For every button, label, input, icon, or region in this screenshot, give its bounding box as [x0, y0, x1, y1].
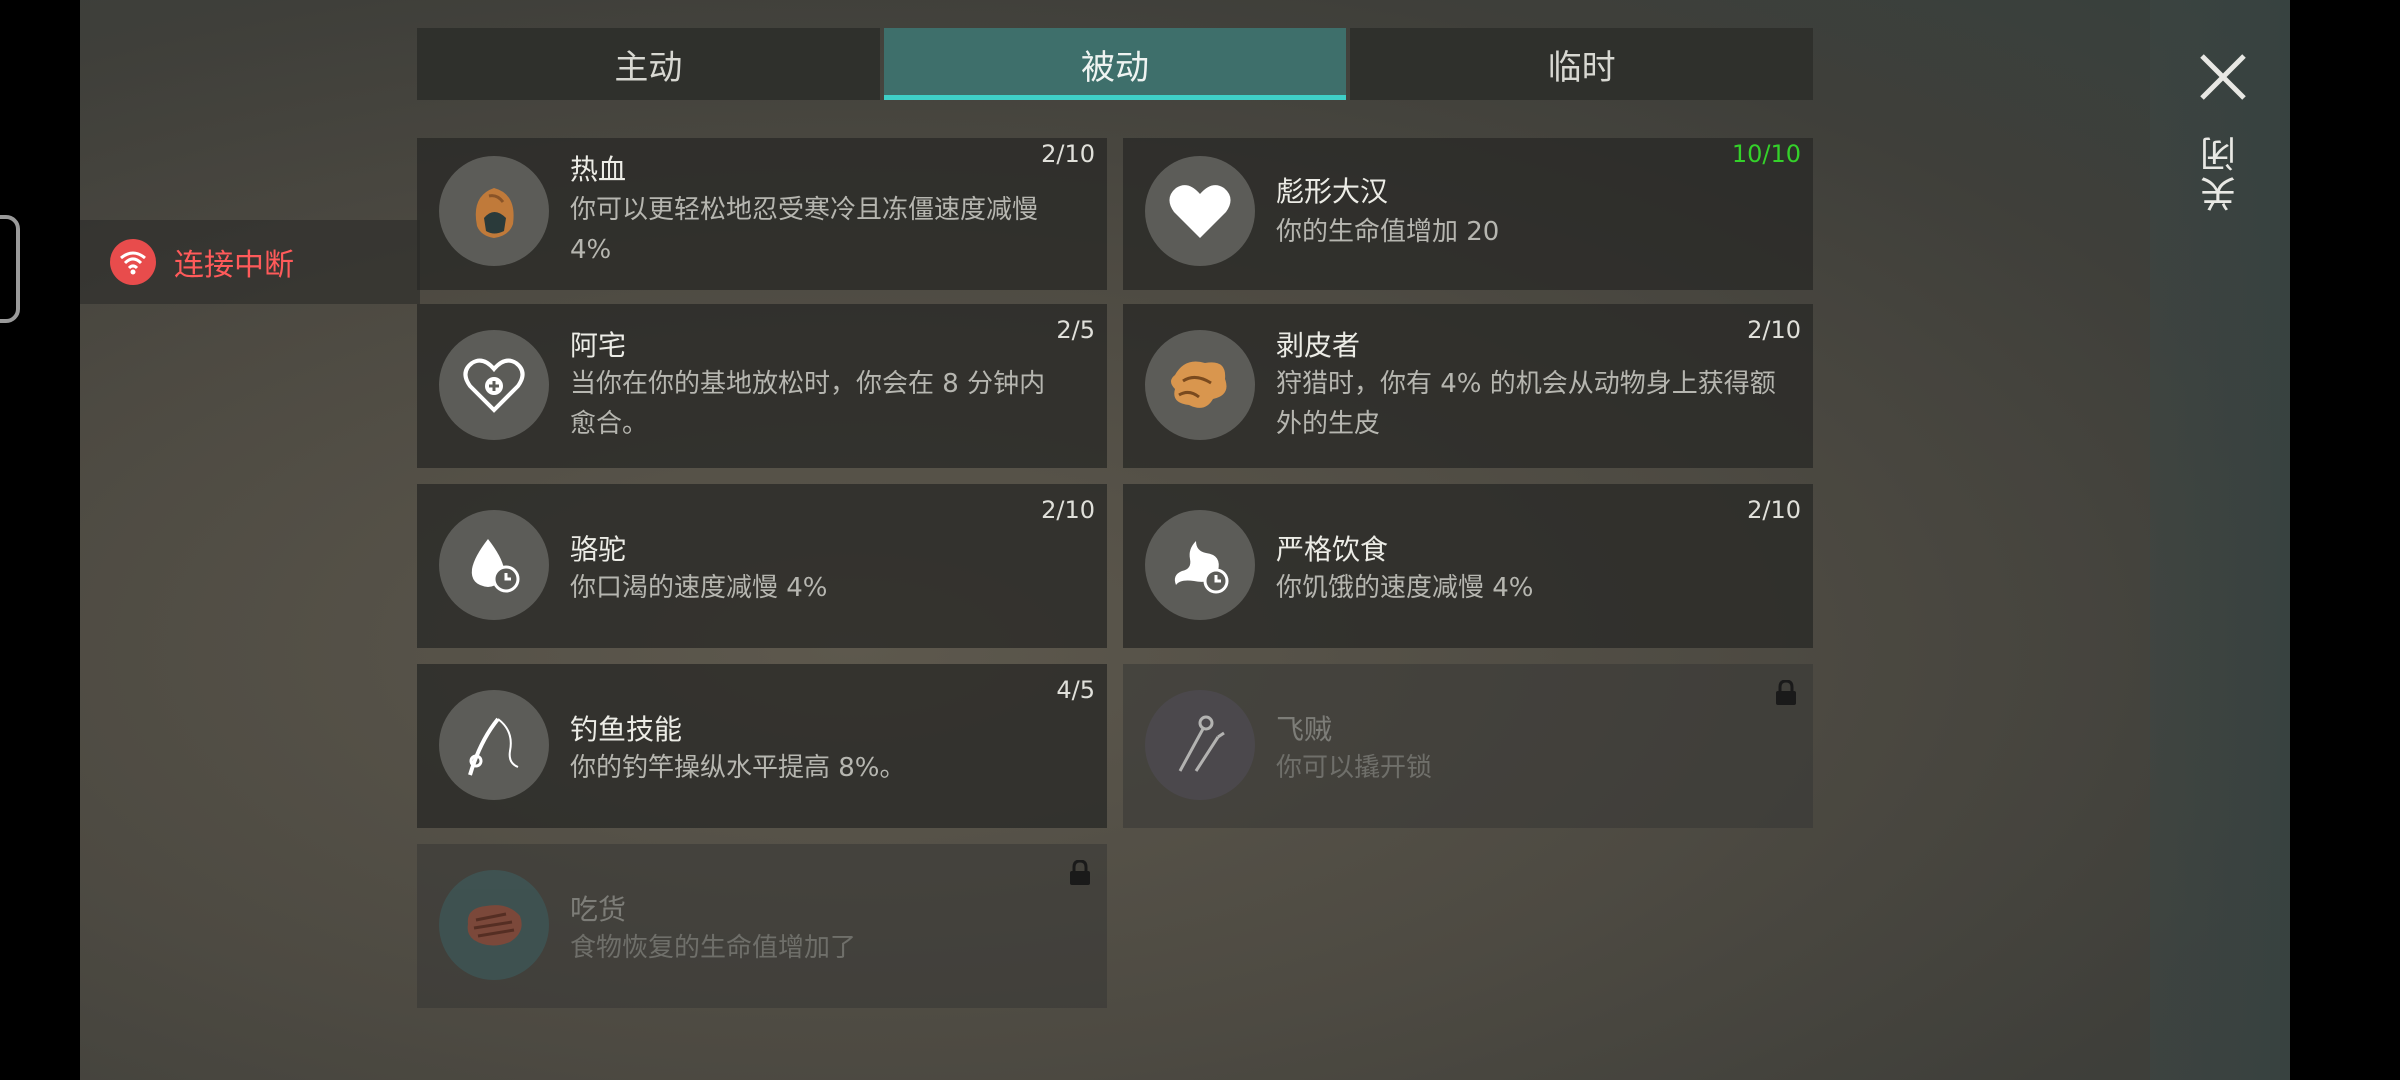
skill-description: 你的钓竿操纵水平提高 8%。 [570, 753, 906, 783]
skill-card-locked[interactable]: 吃货 食物恢复的生命值增加了 [417, 844, 1107, 1008]
close-icon[interactable] [2196, 50, 2250, 104]
steak-icon [439, 870, 549, 980]
heart-plus-icon [439, 330, 549, 440]
close-button-label[interactable]: 关闭 [2196, 132, 2250, 212]
skill-description: 食物恢复的生命值增加了 [570, 933, 857, 963]
skill-description: 狩猎时，你有 4% 的机会从动物身上获得额外的生皮 [1276, 369, 1776, 439]
skill-description: 你的生命值增加 20 [1276, 217, 1500, 247]
skill-level: 2/10 [1747, 496, 1801, 524]
skill-description: 当你在你的基地放松时，你会在 8 分钟内愈合。 [570, 369, 1046, 439]
skill-name: 阿宅 [570, 329, 627, 362]
hood-icon [439, 156, 549, 266]
skill-name: 热血 [570, 153, 627, 186]
hide-icon [1145, 330, 1255, 440]
skill-level: 2/10 [1747, 316, 1801, 344]
heart-icon [1145, 156, 1255, 266]
skill-name: 严格饮食 [1276, 533, 1389, 566]
skill-card[interactable]: 剥皮者 狩猎时，你有 4% 的机会从动物身上获得额外的生皮 2/10 [1123, 304, 1813, 468]
skill-level: 2/10 [1041, 496, 1095, 524]
lockpick-icon [1145, 690, 1255, 800]
skill-name: 钓鱼技能 [570, 713, 683, 746]
skill-description: 你可以更轻松地忍受寒冷且冻僵速度减慢 4% [570, 195, 1039, 265]
skill-name: 飞贼 [1276, 713, 1333, 746]
connection-status: 连接中断 [80, 220, 420, 304]
skill-description: 你可以撬开锁 [1276, 753, 1433, 783]
tab-active-skills[interactable]: 主动 [417, 28, 880, 100]
skill-name: 骆驼 [570, 533, 627, 566]
skill-name: 吃货 [570, 893, 627, 926]
skill-description: 你口渴的速度减慢 4% [570, 573, 828, 603]
skill-card-locked[interactable]: 飞贼 你可以撬开锁 [1123, 664, 1813, 828]
skill-card[interactable]: 热血 你可以更轻松地忍受寒冷且冻僵速度减慢 4% 2/10 [417, 138, 1107, 290]
skill-name: 剥皮者 [1276, 329, 1361, 362]
fishing-rod-icon [439, 690, 549, 800]
lock-icon [1069, 859, 1091, 890]
wifi-off-icon [110, 239, 156, 285]
skill-tabs: 主动 被动 临时 [417, 28, 1814, 100]
skill-level: 4/5 [1056, 676, 1095, 704]
skill-card[interactable]: 严格饮食 你饥饿的速度减慢 4% 2/10 [1123, 484, 1813, 648]
skill-card[interactable]: 阿宅 当你在你的基地放松时，你会在 8 分钟内愈合。 2/5 [417, 304, 1107, 468]
skill-description: 你饥饿的速度减慢 4% [1276, 573, 1534, 603]
lock-icon [1775, 679, 1797, 710]
drop-timer-icon [439, 510, 549, 620]
tab-temporary-skills[interactable]: 临时 [1350, 28, 1814, 100]
skill-name: 彪形大汉 [1276, 175, 1389, 208]
skill-card[interactable]: 骆驼 你口渴的速度减慢 4% 2/10 [417, 484, 1107, 648]
skill-card[interactable]: 钓鱼技能 你的钓竿操纵水平提高 8%。 4/5 [417, 664, 1107, 828]
skill-level: 10/10 [1731, 140, 1801, 168]
stomach-timer-icon [1145, 510, 1255, 620]
connection-status-text: 连接中断 [174, 248, 294, 283]
skill-card[interactable]: 彪形大汉 你的生命值增加 20 10/10 [1123, 138, 1813, 290]
screen-notch [0, 215, 20, 323]
skill-level: 2/5 [1056, 316, 1095, 344]
skill-level: 2/10 [1041, 140, 1095, 168]
tab-passive-skills[interactable]: 被动 [883, 28, 1347, 100]
